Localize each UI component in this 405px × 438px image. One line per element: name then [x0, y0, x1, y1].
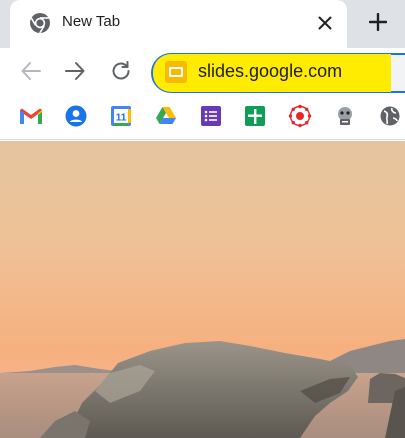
back-button[interactable]: [18, 60, 44, 86]
google-account-icon: [65, 105, 87, 132]
back-arrow-icon: [20, 60, 42, 87]
globe-icon: [379, 105, 401, 132]
bookmark-gmail[interactable]: [19, 106, 43, 130]
bookmark-globe[interactable]: [378, 106, 402, 130]
plus-icon: [368, 12, 388, 36]
beach-sunset-image: [0, 141, 405, 438]
tab-strip: New Tab: [0, 0, 405, 48]
reload-button[interactable]: [108, 60, 134, 86]
new-tab-button[interactable]: [364, 10, 392, 38]
bookmark-sheets[interactable]: [243, 105, 267, 132]
browser-window: New Tab slides.google.com 11: [0, 0, 405, 438]
toolbar: slides.google.com: [0, 48, 405, 98]
google-sheets-icon: [244, 105, 266, 132]
tab-title: New Tab: [62, 13, 121, 30]
calendar-date: 11: [116, 112, 127, 123]
tab-new-tab[interactable]: New Tab: [10, 0, 347, 48]
bookmark-calendar[interactable]: 11: [109, 105, 133, 132]
chrome-icon: [28, 11, 52, 35]
bookmark-account[interactable]: [64, 105, 88, 132]
new-tab-background: [0, 141, 405, 438]
reload-icon: [110, 60, 132, 87]
google-slides-icon: [164, 60, 188, 84]
google-drive-icon: [155, 106, 177, 131]
url-text[interactable]: slides.google.com: [198, 61, 342, 82]
bookmarks-bar: 11: [0, 98, 405, 140]
bookmark-extension[interactable]: [333, 106, 357, 130]
close-icon[interactable]: [314, 12, 336, 34]
canvas-icon: [288, 104, 312, 133]
bookmark-forms[interactable]: [199, 105, 223, 132]
forward-button[interactable]: [62, 60, 88, 86]
forward-arrow-icon: [64, 60, 86, 87]
google-forms-icon: [200, 105, 222, 132]
bookmark-canvas[interactable]: [288, 104, 312, 133]
extension-avatar-icon: [334, 105, 356, 132]
gmail-icon: [19, 106, 43, 131]
google-calendar-icon: 11: [110, 105, 132, 132]
bookmark-drive[interactable]: [154, 106, 178, 130]
